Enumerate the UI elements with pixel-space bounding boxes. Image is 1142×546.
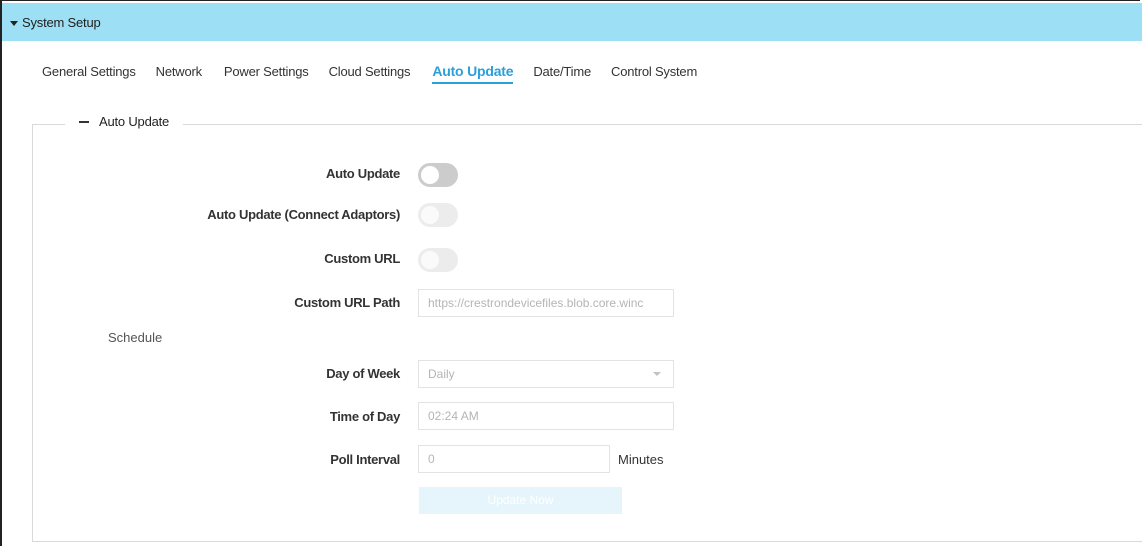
tab-date-time[interactable]: Date/Time xyxy=(533,64,591,80)
time-of-day-label: Time of Day xyxy=(329,409,400,424)
tab-general-settings[interactable]: General Settings xyxy=(42,64,136,80)
day-of-week-select[interactable]: Daily xyxy=(418,360,674,388)
toggle-knob xyxy=(421,206,439,224)
tab-auto-update[interactable]: Auto Update xyxy=(432,63,514,84)
custom-url-path-label: Custom URL Path xyxy=(294,295,400,310)
section-title: System Setup xyxy=(22,14,101,30)
auto-update-connect-adaptors-label: Auto Update (Connect Adaptors) xyxy=(207,207,400,222)
day-of-week-label: Day of Week xyxy=(326,366,400,381)
update-now-button[interactable]: Update Now xyxy=(419,487,622,514)
tab-bar: General Settings Network Power Settings … xyxy=(42,63,717,84)
poll-interval-unit: Minutes xyxy=(618,452,664,467)
auto-update-legend[interactable]: Auto Update xyxy=(65,114,184,129)
tab-power-settings[interactable]: Power Settings xyxy=(224,64,309,80)
legend-label: Auto Update xyxy=(99,114,170,129)
tab-control-system[interactable]: Control System xyxy=(611,64,697,80)
caret-down-icon xyxy=(10,20,18,26)
toggle-knob xyxy=(421,251,439,269)
collapse-minus-icon xyxy=(79,120,89,123)
auto-update-panel xyxy=(32,124,1142,542)
custom-url-label: Custom URL xyxy=(324,251,400,266)
day-of-week-value: Daily xyxy=(428,367,455,381)
system-setup-header[interactable]: System Setup xyxy=(2,3,1142,41)
toggle-knob xyxy=(421,166,439,184)
chevron-down-icon xyxy=(653,372,661,376)
custom-url-toggle[interactable] xyxy=(418,248,458,272)
poll-interval-input[interactable]: 0 xyxy=(418,445,610,473)
tab-cloud-settings[interactable]: Cloud Settings xyxy=(329,64,411,80)
time-of-day-input[interactable]: 02:24 AM xyxy=(418,402,674,430)
auto-update-toggle[interactable] xyxy=(418,163,458,187)
auto-update-label: Auto Update xyxy=(326,166,400,181)
custom-url-path-input[interactable]: https://crestrondevicefiles.blob.core.wi… xyxy=(418,289,674,317)
schedule-heading: Schedule xyxy=(108,330,163,345)
poll-interval-label: Poll Interval xyxy=(330,452,400,467)
auto-update-connect-adaptors-toggle[interactable] xyxy=(418,203,458,227)
tab-network[interactable]: Network xyxy=(156,64,202,80)
